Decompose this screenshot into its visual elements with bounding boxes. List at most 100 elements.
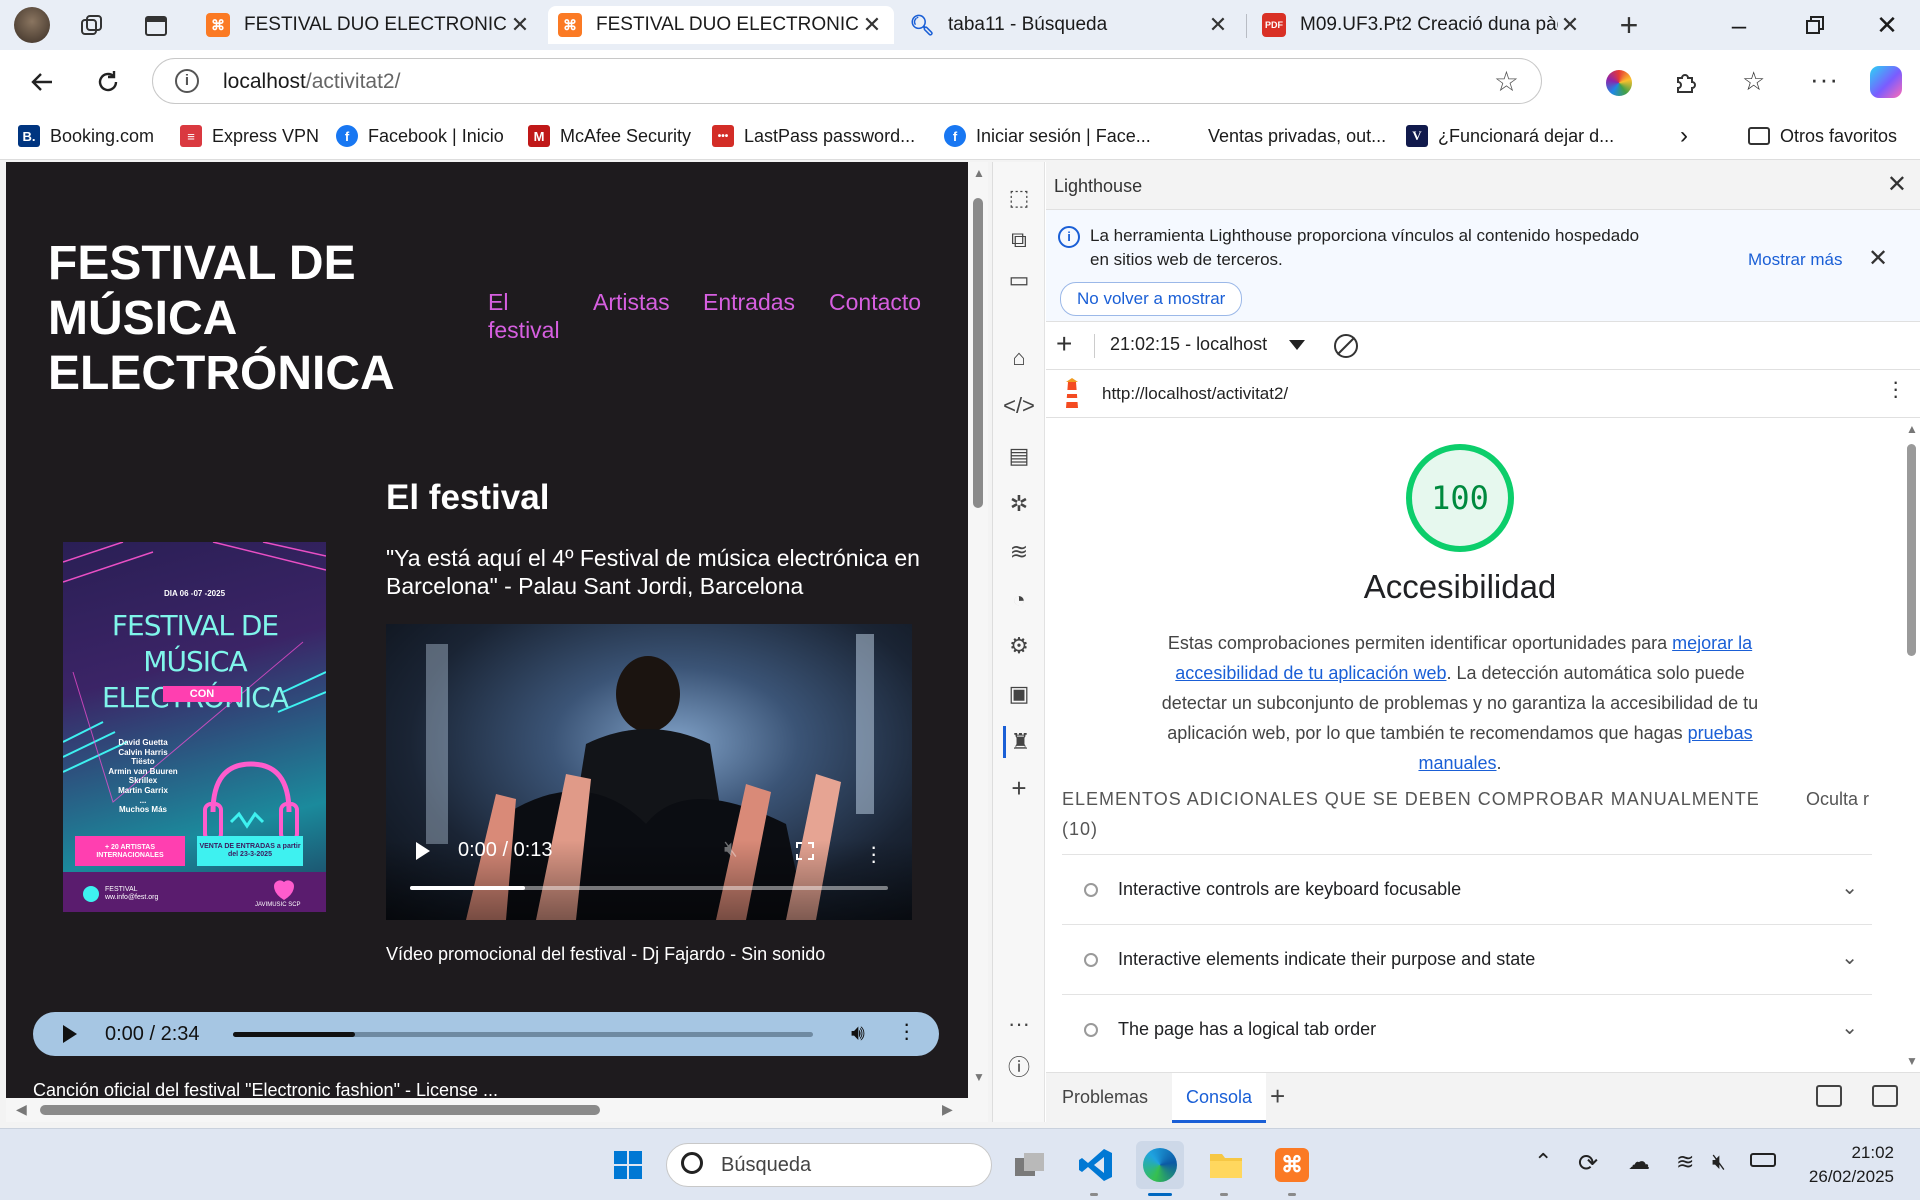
bookmark-vanguardia[interactable]: V ¿Funcionará dejar d... [1406, 122, 1614, 150]
close-panel-icon[interactable]: ✕ [1887, 170, 1907, 199]
sync-icon[interactable]: ⟳ [1578, 1149, 1598, 1178]
nav-link-el-festival[interactable]: El festival [488, 288, 578, 344]
audit-item[interactable]: Interactive elements indicate their purp… [1062, 924, 1872, 994]
favorites-icon[interactable]: ☆ [1742, 66, 1765, 97]
video-options-icon[interactable]: · · · [870, 836, 877, 872]
promo-video[interactable]: 0:00 / 0:13 🔇︎ · · · [386, 624, 912, 920]
report-scrollbar[interactable]: ▲ ▼ [1902, 418, 1920, 1072]
help-icon[interactable]: ⓘ [1003, 1052, 1035, 1084]
tab-festival-2[interactable]: ⌘ FESTIVAL DUO ELECTRONIC ✕ [548, 6, 894, 44]
extensions-icon[interactable] [1670, 68, 1700, 98]
close-icon[interactable]: ✕ [1206, 12, 1230, 38]
report-menu-icon[interactable]: · · · [1892, 371, 1899, 407]
fullscreen-icon[interactable] [796, 842, 814, 860]
restore-button[interactable] [1800, 10, 1834, 44]
tab-pdf[interactable]: PDF M09.UF3.Pt2 Creació duna pàgina ✕ [1252, 6, 1592, 44]
add-drawer-tab-plus-icon[interactable]: + [1270, 1081, 1285, 1112]
page-horizontal-scroll-thumb[interactable] [40, 1105, 600, 1115]
report-scroll-thumb[interactable] [1907, 444, 1916, 656]
page-vertical-scroll-thumb[interactable] [973, 198, 983, 508]
page-horizontal-scrollbar[interactable]: ◀ ▶ [6, 1098, 988, 1122]
drawer-tab-problemas[interactable]: Problemas [1062, 1087, 1148, 1108]
report-url[interactable]: http://localhost/activitat2/ [1102, 384, 1288, 404]
close-window-button[interactable]: ✕ [1870, 8, 1904, 42]
bookmarks-overflow-chevron-icon[interactable]: › [1680, 122, 1688, 150]
url-text[interactable]: localhost/activitat2/ [223, 70, 400, 94]
more-options-icon[interactable]: ··· [1003, 1008, 1035, 1040]
device-emulation-icon[interactable]: ⧉ [1003, 224, 1035, 256]
bookmark-facebook-login[interactable]: f Iniciar sesión | Face... [944, 122, 1151, 150]
chevron-down-icon[interactable]: ⌄ [1841, 945, 1858, 970]
audio-play-icon[interactable] [63, 1025, 77, 1043]
close-icon[interactable]: ✕ [1558, 12, 1582, 38]
other-favorites[interactable]: Otros favoritos [1748, 122, 1897, 150]
bookmark-booking[interactable]: B. Booking.com [18, 122, 154, 150]
xampp-icon[interactable]: ⌘ [1268, 1141, 1316, 1189]
more-menu-icon[interactable]: ··· [1810, 64, 1839, 95]
bookmark-expressvpn[interactable]: ≡ Express VPN [180, 122, 319, 150]
tab-search[interactable]: 🔍︎ taba11 - Búsqueda ✕ [900, 6, 1240, 44]
inspect-icon[interactable]: ⬚ [1003, 182, 1035, 214]
wifi-icon[interactable]: ≋ [1676, 1149, 1694, 1175]
battery-icon[interactable] [1750, 1153, 1776, 1167]
page-vertical-scrollbar[interactable]: ▲ ▼ [968, 162, 988, 1098]
application-icon[interactable]: ▣ [1003, 678, 1035, 710]
show-more-link[interactable]: Mostrar más [1748, 250, 1842, 270]
bookmark-ventas-privadas[interactable]: Ventas privadas, out... [1208, 122, 1386, 150]
bookmark-mcafee[interactable]: M McAfee Security [528, 122, 691, 150]
onedrive-icon[interactable]: ☁ [1628, 1149, 1650, 1175]
taskbar-search[interactable]: Búsqueda [666, 1143, 992, 1187]
audio-progress-track[interactable] [233, 1032, 813, 1037]
drawer-tab-consola[interactable]: Consola [1172, 1073, 1267, 1123]
more-tools-plus-icon[interactable]: + [1003, 772, 1035, 804]
profile-avatar[interactable] [14, 7, 50, 43]
video-progress-track[interactable] [410, 886, 888, 890]
bookmark-lastpass[interactable]: ••• LastPass password... [712, 122, 915, 150]
workspaces-icon[interactable] [78, 12, 106, 40]
dont-show-again-button[interactable]: No volver a mostrar [1060, 282, 1243, 316]
copilot-palette-icon[interactable] [1606, 70, 1632, 96]
nav-link-entradas[interactable]: Entradas [703, 288, 795, 316]
copilot-icon[interactable] [1870, 66, 1902, 98]
audio-player[interactable]: 0:00 / 2:34 🔊︎ · · · [33, 1012, 939, 1056]
system-clock[interactable]: 21:02 26/02/2025 [1809, 1141, 1894, 1189]
welcome-home-icon[interactable]: ⌂ [1003, 342, 1035, 374]
audit-item[interactable]: The page has a logical tab order ⌄ [1062, 994, 1872, 1064]
audit-item[interactable]: Interactive controls are keyboard focusa… [1062, 854, 1872, 924]
nav-link-contacto[interactable]: Contacto [829, 288, 921, 316]
dock-drawer-icon[interactable] [1816, 1085, 1842, 1107]
performance-gauge-icon[interactable]: ◔ [1003, 584, 1035, 616]
edge-icon[interactable] [1136, 1141, 1184, 1189]
video-play-icon[interactable] [416, 842, 430, 860]
chevron-down-icon[interactable]: ⌄ [1841, 1015, 1858, 1040]
undock-drawer-icon[interactable] [1872, 1085, 1898, 1107]
minimize-button[interactable]: – [1722, 8, 1756, 42]
vscode-icon[interactable] [1072, 1141, 1120, 1189]
volume-muted-icon[interactable]: 🔇︎ [1712, 1149, 1726, 1175]
sources-bug-icon[interactable]: ✲ [1003, 488, 1035, 520]
show-hidden-icons-chevron-icon[interactable]: ⌃ [1534, 1149, 1552, 1175]
memory-chip-icon[interactable]: ⚙ [1003, 630, 1035, 662]
windows-start-icon[interactable] [604, 1141, 652, 1189]
audio-options-icon[interactable]: · · · [903, 1013, 910, 1049]
close-infobar-icon[interactable]: ✕ [1868, 244, 1888, 273]
favorite-star-icon[interactable]: ☆ [1494, 65, 1519, 98]
bookmark-facebook[interactable]: f Facebook | Inicio [336, 122, 504, 150]
elements-code-icon[interactable]: </> [1003, 390, 1035, 422]
back-button[interactable] [22, 62, 62, 102]
hide-manual-checks-button[interactable]: Oculta r [1806, 784, 1870, 814]
close-icon[interactable]: ✕ [860, 12, 884, 38]
console-icon[interactable]: ▤ [1003, 440, 1035, 472]
lighthouse-icon[interactable]: ♜ [1003, 726, 1035, 758]
video-mute-icon[interactable]: 🔇︎ [724, 836, 738, 862]
file-explorer-icon[interactable] [1202, 1141, 1250, 1189]
dock-icon[interactable]: ▭ [1003, 264, 1035, 296]
nav-link-artistas[interactable]: Artistas [593, 288, 670, 316]
close-icon[interactable]: ✕ [508, 12, 532, 38]
volume-icon[interactable]: 🔊︎ [851, 1020, 865, 1046]
network-wifi-icon[interactable]: ≋ [1003, 536, 1035, 568]
site-info-icon[interactable]: i [175, 69, 199, 93]
clear-reports-icon[interactable] [1334, 334, 1358, 358]
reload-button[interactable] [88, 62, 128, 102]
new-tab-button[interactable]: + [1612, 8, 1646, 42]
